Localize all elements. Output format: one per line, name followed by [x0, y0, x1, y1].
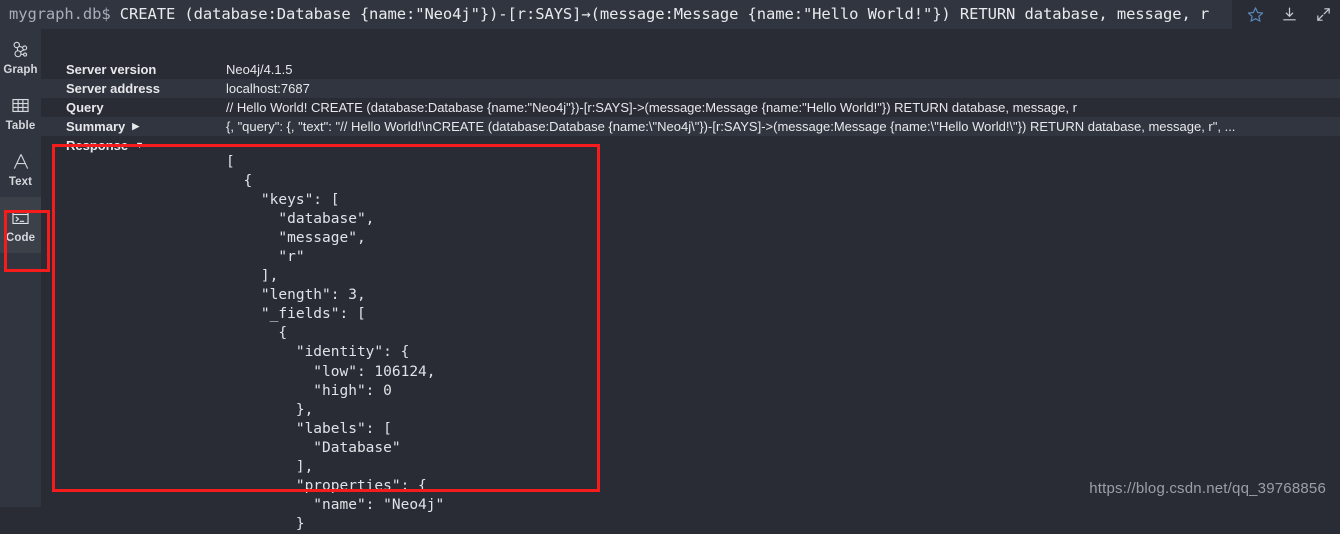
meta-row: Server version Neo4j/4.1.5 — [41, 60, 1340, 79]
response-json-code[interactable]: [ { "keys": [ "database", "message", "r"… — [226, 153, 1326, 534]
code-icon — [9, 207, 32, 229]
meta-key-label: Response — [66, 138, 128, 153]
sidebar-item-text[interactable]: Text — [0, 141, 41, 197]
download-icon[interactable] — [1272, 0, 1306, 29]
meta-key: Server version — [41, 62, 226, 77]
command-bar: mygraph.db$ CREATE (database:Database {n… — [0, 0, 1340, 29]
meta-key: Summary ▶ — [41, 119, 226, 134]
meta-key: Response ▼ — [41, 138, 226, 153]
meta-value: localhost:7687 — [226, 81, 1340, 96]
meta-key-label: Summary — [66, 119, 125, 134]
view-sidebar: Graph Table Text — [0, 29, 41, 507]
watermark: https://blog.csdn.net/qq_39768856 — [1089, 480, 1326, 497]
sidebar-item-code[interactable]: Code — [0, 197, 41, 253]
meta-value: // Hello World! CREATE (database:Databas… — [226, 100, 1340, 115]
sidebar-item-table[interactable]: Table — [0, 85, 41, 141]
command-text[interactable]: mygraph.db$ CREATE (database:Database {n… — [0, 0, 1209, 29]
text-icon — [11, 151, 31, 173]
meta-key: Server address — [41, 81, 226, 96]
meta-key: Query — [41, 100, 226, 115]
sidebar-item-label: Graph — [3, 64, 37, 76]
meta-row-summary[interactable]: Summary ▶ {, "query": {, "text": "// Hel… — [41, 117, 1340, 136]
graph-icon — [10, 39, 31, 61]
meta-key-label: Server address — [66, 81, 160, 96]
sidebar-item-label: Text — [9, 176, 32, 188]
sidebar-item-graph[interactable]: Graph — [0, 29, 41, 85]
meta-key-label: Query — [66, 100, 104, 115]
meta-value: Neo4j/4.1.5 — [226, 62, 1340, 77]
meta-key-label: Server version — [66, 62, 156, 77]
sidebar-item-label: Code — [6, 232, 35, 244]
command-query — [111, 5, 120, 23]
command-bar-actions — [1232, 0, 1340, 29]
result-metadata: Server version Neo4j/4.1.5 Server addres… — [41, 60, 1340, 155]
sidebar-item-label: Table — [6, 120, 36, 132]
chevron-right-icon[interactable]: ▶ — [132, 122, 139, 131]
meta-row: Query // Hello World! CREATE (database:D… — [41, 98, 1340, 117]
command-prompt: mygraph.db$ — [9, 5, 111, 23]
table-icon — [10, 95, 31, 117]
command-query-text: CREATE (database:Database {name:"Neo4j"}… — [120, 5, 1209, 23]
meta-value: {, "query": {, "text": "// Hello World!\… — [226, 119, 1340, 134]
expand-icon[interactable] — [1306, 0, 1340, 29]
meta-row: Server address localhost:7687 — [41, 79, 1340, 98]
chevron-down-icon[interactable]: ▼ — [135, 141, 144, 150]
favorite-star-icon[interactable] — [1238, 0, 1272, 29]
